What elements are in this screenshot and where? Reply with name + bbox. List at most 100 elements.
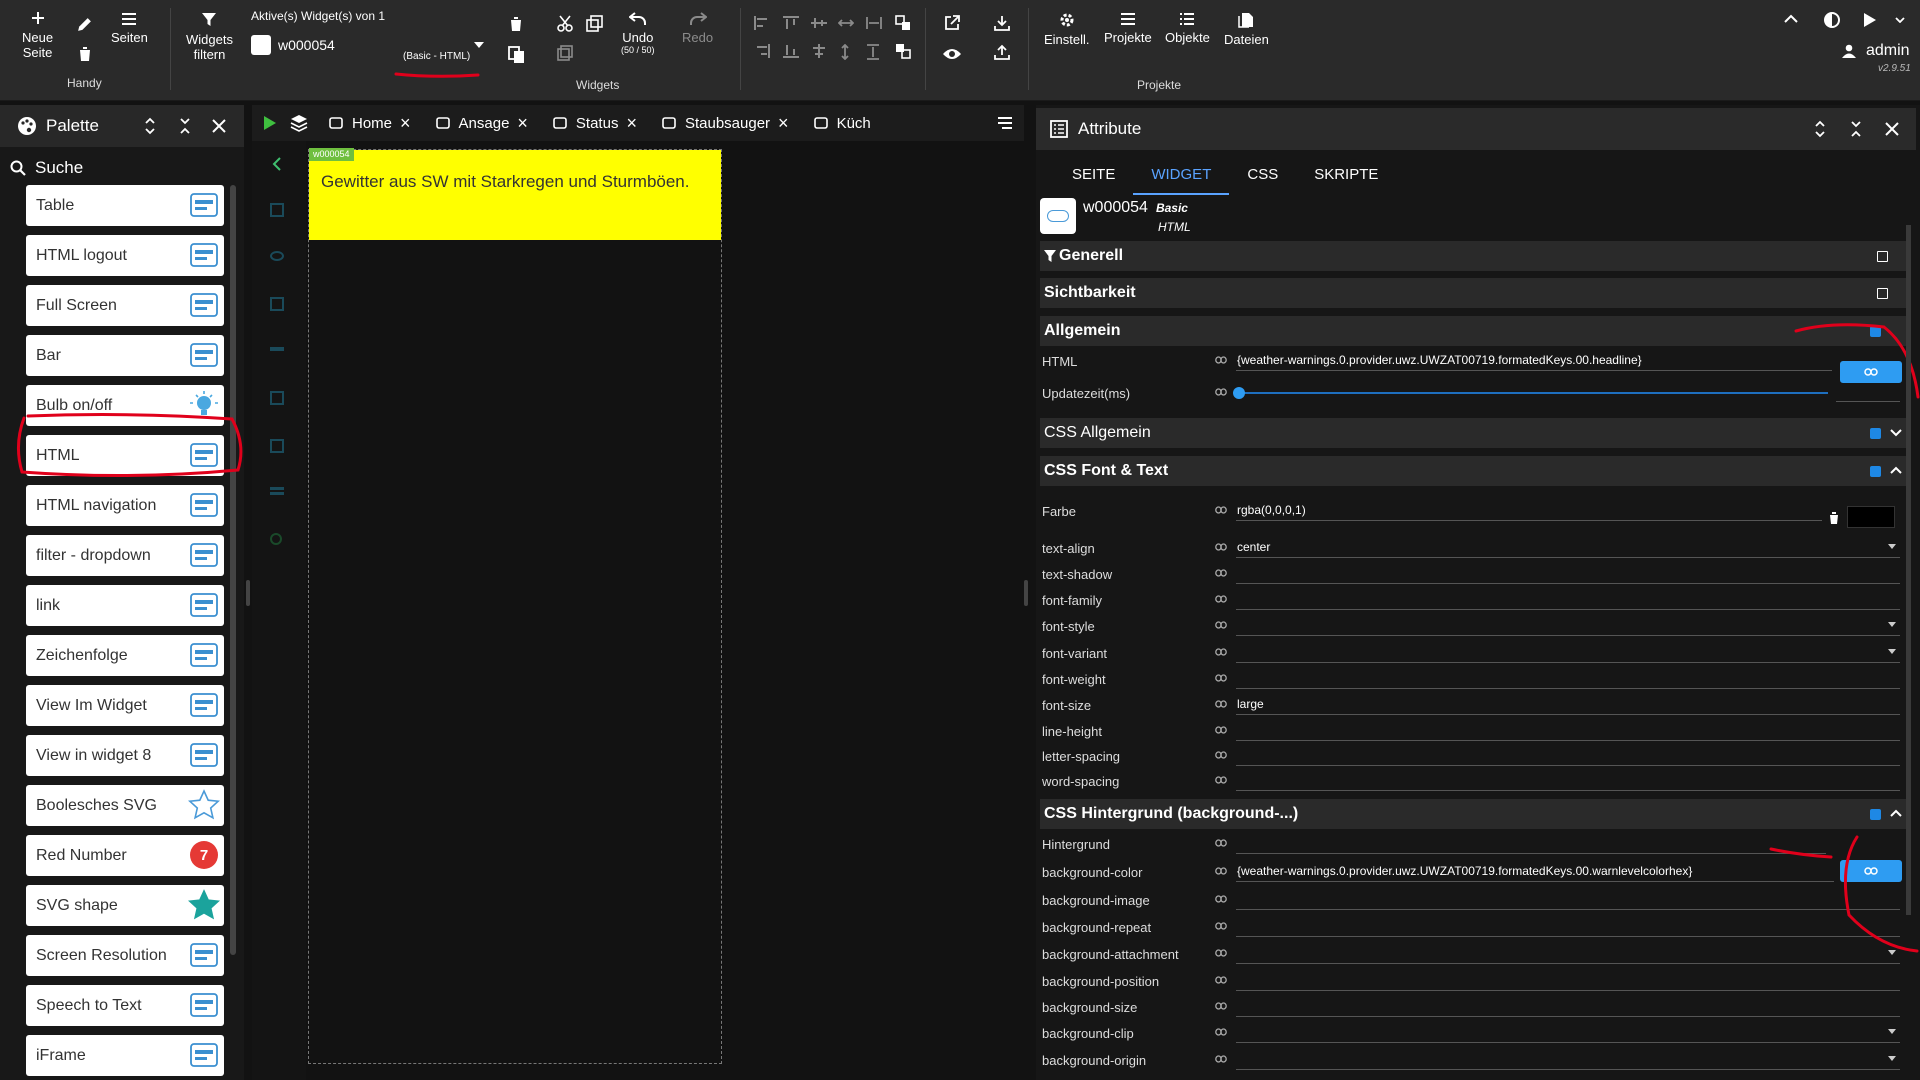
layers-icon[interactable] [290, 114, 308, 132]
attr-value-field[interactable] [1236, 721, 1900, 741]
link-icon[interactable] [1215, 949, 1227, 957]
palette-item[interactable]: Table [26, 185, 224, 226]
expand-icon[interactable] [144, 117, 156, 135]
new-page-button[interactable]: Neue Seite [22, 10, 53, 60]
paste-icon[interactable] [508, 46, 525, 64]
attr-value-field[interactable] [1236, 771, 1900, 791]
close-tab-icon[interactable]: × [778, 113, 789, 134]
tab-widget[interactable]: WIDGET [1133, 155, 1230, 195]
palette-item[interactable]: HTML [26, 435, 224, 476]
projects-button[interactable]: Projekte [1104, 12, 1152, 45]
export-icon[interactable] [994, 44, 1010, 60]
dropdown-caret-icon[interactable] [1888, 1029, 1896, 1034]
attr-value-field[interactable] [1236, 1050, 1900, 1070]
link-icon[interactable] [1215, 506, 1227, 514]
palette-item[interactable]: Bulb on/off [26, 385, 224, 426]
cut-icon[interactable] [557, 15, 573, 32]
link-icon[interactable] [1215, 621, 1227, 629]
palette-scrollbar[interactable] [230, 185, 236, 955]
dropdown-caret-icon[interactable] [1888, 950, 1896, 955]
eye-icon[interactable] [942, 47, 962, 61]
palette-item[interactable]: SVG shape [26, 885, 224, 926]
section-checkbox[interactable] [1877, 251, 1888, 262]
distribute-h-icon[interactable] [838, 16, 854, 30]
align-top-icon[interactable] [783, 16, 799, 30]
same-width-icon[interactable] [866, 16, 882, 30]
play-icon[interactable] [1864, 13, 1876, 27]
bring-front-icon[interactable] [895, 15, 911, 31]
attr-value-field[interactable]: center [1236, 538, 1900, 558]
align-center-v-icon[interactable] [811, 16, 827, 30]
link-icon[interactable] [1215, 776, 1227, 784]
link-icon[interactable] [1215, 1055, 1227, 1063]
section-checkbox[interactable] [1877, 288, 1888, 299]
dropdown-caret-icon[interactable] [1888, 544, 1896, 549]
settings-button[interactable]: Einstell. [1044, 12, 1090, 47]
copy-icon[interactable] [586, 15, 603, 32]
section-sichtbarkeit[interactable]: Sichtbarkeit [1040, 278, 1910, 308]
open-external-icon[interactable] [944, 15, 960, 31]
link-icon[interactable] [1215, 674, 1227, 682]
attr-value-field[interactable] [1236, 746, 1900, 766]
page-canvas[interactable]: Gewitter aus SW mit Starkregen und Sturm… [308, 148, 722, 1064]
section-checkbox[interactable] [1870, 809, 1881, 820]
attr-value-field[interactable] [1236, 944, 1900, 964]
attr-value-field[interactable]: rgba(0,0,0,1) [1236, 501, 1822, 521]
link-icon[interactable] [1215, 595, 1227, 603]
close-icon[interactable] [212, 119, 226, 133]
attr-value-field[interactable] [1236, 616, 1900, 636]
bind-html-button[interactable] [1840, 361, 1902, 383]
tab-skripte[interactable]: SKRIPTE [1296, 155, 1396, 195]
link-icon[interactable] [1215, 922, 1227, 930]
section-checkbox[interactable] [1870, 326, 1881, 337]
collapse-icon[interactable] [1850, 120, 1862, 138]
link-icon[interactable] [1215, 976, 1227, 984]
section-checkbox[interactable] [1870, 466, 1881, 477]
align-center-h-icon[interactable] [811, 44, 827, 58]
import-icon[interactable] [994, 15, 1010, 31]
section-css-font[interactable]: CSS Font & Text [1040, 456, 1910, 486]
link-icon[interactable] [1215, 543, 1227, 551]
palette-item[interactable]: Full Screen [26, 285, 224, 326]
close-icon[interactable] [1885, 122, 1899, 136]
link-icon[interactable] [1215, 569, 1227, 577]
files-button[interactable]: Dateien [1224, 12, 1269, 47]
expand-icon[interactable] [1814, 120, 1826, 138]
html-widget[interactable]: Gewitter aus SW mit Starkregen und Sturm… [309, 150, 721, 240]
active-widget-type[interactable]: (Basic - HTML) [403, 51, 470, 62]
tab-kitchen[interactable]: Küch [801, 105, 883, 141]
palette-item[interactable]: link [26, 585, 224, 626]
close-tab-icon[interactable]: × [517, 113, 528, 134]
palette-item[interactable]: Red Number 7 [26, 835, 224, 876]
section-generell[interactable]: Generell [1040, 241, 1910, 271]
duplicate-icon[interactable] [557, 45, 573, 61]
link-icon[interactable] [1215, 726, 1227, 734]
palette-item[interactable]: Bar [26, 335, 224, 376]
link-icon[interactable] [1215, 388, 1227, 396]
updatetime-slider-thumb[interactable] [1233, 387, 1245, 399]
attribute-scrollbar[interactable] [1906, 225, 1911, 915]
bind-background-color-button[interactable] [1840, 860, 1902, 882]
palette-item[interactable]: Screen Resolution [26, 935, 224, 976]
chevron-down-icon[interactable] [1895, 17, 1905, 23]
redo-button[interactable]: Redo [682, 12, 713, 45]
palette-item[interactable]: HTML navigation [26, 485, 224, 526]
delete-color-icon[interactable] [1829, 512, 1839, 524]
tabs-menu-icon[interactable] [997, 116, 1013, 130]
widget-id-tag[interactable]: w000054 [309, 148, 354, 161]
attr-value-field[interactable] [1236, 1023, 1900, 1043]
tab-seite[interactable]: SEITE [1054, 155, 1133, 195]
tab-status[interactable]: Status × [540, 105, 649, 141]
updatetime-slider-track[interactable] [1238, 392, 1828, 394]
distribute-v-icon[interactable] [838, 44, 852, 60]
attr-value-field[interactable] [1236, 669, 1900, 689]
tab-home[interactable]: Home × [316, 105, 423, 141]
link-icon[interactable] [1215, 1002, 1227, 1010]
link-icon[interactable] [1215, 648, 1227, 656]
link-icon[interactable] [1215, 895, 1227, 903]
splitter-handle[interactable] [1024, 580, 1028, 606]
chevron-left-icon[interactable] [272, 157, 281, 171]
dropdown-caret-icon[interactable] [1888, 649, 1896, 654]
palette-item[interactable]: Boolesches SVG [26, 785, 224, 826]
attr-value-field[interactable] [1236, 643, 1900, 663]
